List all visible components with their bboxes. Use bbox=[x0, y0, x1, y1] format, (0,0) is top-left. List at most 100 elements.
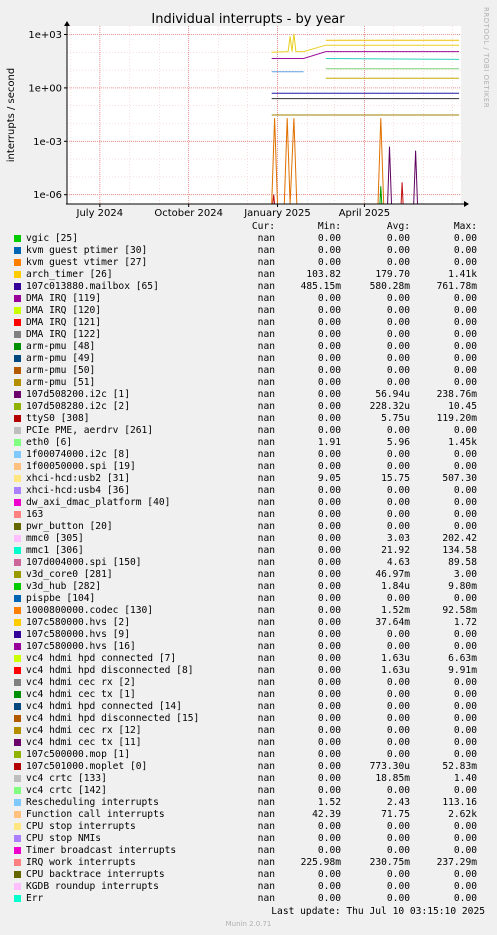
legend-row: vc4 crtc [133] nan 0.00 18.85m 1.40 bbox=[0, 773, 497, 785]
legend-cur: nan bbox=[257, 881, 275, 892]
legend-avg: 0.00 bbox=[386, 869, 410, 880]
legend-swatch bbox=[14, 715, 21, 722]
legend-min: 0.00 bbox=[317, 497, 341, 508]
legend-name: 107c580000.hvs [9] bbox=[26, 629, 130, 640]
legend-swatch bbox=[14, 271, 21, 278]
legend-cur: nan bbox=[257, 497, 275, 508]
legend-min: 0.00 bbox=[317, 305, 341, 316]
legend-max: 0.00 bbox=[453, 701, 477, 712]
legend-swatch bbox=[14, 631, 21, 638]
legend-avg: 0.00 bbox=[386, 509, 410, 520]
legend-avg: 0.00 bbox=[386, 689, 410, 700]
legend-swatch bbox=[14, 775, 21, 782]
legend-swatch bbox=[14, 511, 21, 518]
legend-avg: 0.00 bbox=[386, 245, 410, 256]
legend-avg: 0.00 bbox=[386, 425, 410, 436]
legend-swatch bbox=[14, 415, 21, 422]
legend-cur: nan bbox=[257, 365, 275, 376]
chart-title: Individual interrupts - by year bbox=[151, 12, 345, 27]
legend-avg: 773.30u bbox=[369, 761, 410, 772]
legend-cur: nan bbox=[257, 785, 275, 796]
legend-cur: nan bbox=[257, 581, 275, 592]
legend-swatch bbox=[14, 295, 21, 302]
legend-swatch bbox=[14, 667, 21, 674]
legend-name: arm-pmu [50] bbox=[26, 365, 96, 376]
legend-name: 107d508280.i2c [2] bbox=[26, 401, 130, 412]
legend-max: 237.29m bbox=[436, 857, 477, 868]
legend-min: 0.00 bbox=[317, 233, 341, 244]
legend-swatch bbox=[14, 475, 21, 482]
legend-row: Timer broadcast interrupts nan 0.00 0.00 0.0… bbox=[0, 845, 497, 857]
legend-avg: 0.00 bbox=[386, 305, 410, 316]
legend-name: Timer broadcast interrupts bbox=[26, 845, 177, 856]
legend-row: DMA IRQ [119] nan 0.00 0.00 0.00 bbox=[0, 293, 497, 305]
legend-min: 0.00 bbox=[317, 293, 341, 304]
legend-avg: 0.00 bbox=[386, 833, 410, 844]
legend: Cur: Min: Avg: Max: vgic [25] nan 0.00 0.00… bbox=[0, 221, 497, 905]
legend-swatch bbox=[14, 487, 21, 494]
legend-row: 107d004000.spi [150] nan 0.00 4.63 89.58 bbox=[0, 557, 497, 569]
legend-max: 3.00 bbox=[453, 569, 477, 580]
legend-cur: nan bbox=[257, 437, 275, 448]
legend-name: mmc1 [306] bbox=[26, 545, 84, 556]
legend-avg: 0.00 bbox=[386, 593, 410, 604]
legend-header-min: Min: bbox=[317, 221, 341, 232]
legend-name: pispbe [104] bbox=[26, 593, 96, 604]
legend-name: vc4 crtc [133] bbox=[26, 773, 107, 784]
y-tick-label: 1e+00 bbox=[28, 83, 62, 94]
legend-row: 1f00074000.i2c [8] nan 0.00 0.00 0.00 bbox=[0, 449, 497, 461]
legend-min: 0.00 bbox=[317, 413, 341, 424]
legend-max: 1.40 bbox=[453, 773, 477, 784]
legend-cur: nan bbox=[257, 725, 275, 736]
legend-cur: nan bbox=[257, 245, 275, 256]
legend-row: mmc1 [306] nan 0.00 21.92 134.58 bbox=[0, 545, 497, 557]
legend-row: arm-pmu [50] nan 0.00 0.00 0.00 bbox=[0, 365, 497, 377]
legend-min: 0.00 bbox=[317, 689, 341, 700]
legend-max: 0.00 bbox=[453, 305, 477, 316]
legend-max: 2.62k bbox=[448, 809, 477, 820]
legend-max: 0.00 bbox=[453, 377, 477, 388]
legend-max: 1.72 bbox=[453, 617, 477, 628]
legend-row: IRQ work interrupts nan 225.98m 230.75m 237.… bbox=[0, 857, 497, 869]
legend-row: pwr_button [20] nan 0.00 0.00 0.00 bbox=[0, 521, 497, 533]
legend-min: 0.00 bbox=[317, 365, 341, 376]
legend-row: 107c500000.mop [1] nan 0.00 0.00 0.00 bbox=[0, 749, 497, 761]
legend-row: vc4 hdmi hpd disconnected [15] nan 0.00 0.0… bbox=[0, 713, 497, 725]
legend-cur: nan bbox=[257, 569, 275, 580]
legend-max: 0.00 bbox=[453, 293, 477, 304]
legend-cur: nan bbox=[257, 593, 275, 604]
legend-swatch bbox=[14, 355, 21, 362]
legend-cur: nan bbox=[257, 833, 275, 844]
legend-swatch bbox=[14, 427, 21, 434]
legend-cur: nan bbox=[257, 737, 275, 748]
legend-name: arm-pmu [48] bbox=[26, 341, 96, 352]
legend-max: 0.00 bbox=[453, 365, 477, 376]
legend-name: 1f00074000.i2c [8] bbox=[26, 449, 130, 460]
legend-max: 0.00 bbox=[453, 737, 477, 748]
legend-cur: nan bbox=[257, 773, 275, 784]
legend-max: 0.00 bbox=[453, 869, 477, 880]
legend-swatch bbox=[14, 403, 21, 410]
legend-avg: 0.00 bbox=[386, 293, 410, 304]
legend-min: 42.39 bbox=[312, 809, 341, 820]
legend-row: 163 nan 0.00 0.00 0.00 bbox=[0, 509, 497, 521]
legend-avg: 0.00 bbox=[386, 701, 410, 712]
legend-min: 0.00 bbox=[317, 725, 341, 736]
legend-row: xhci-hcd:usb4 [36] nan 0.00 0.00 0.00 bbox=[0, 485, 497, 497]
legend-min: 0.00 bbox=[317, 257, 341, 268]
legend-max: 0.00 bbox=[453, 725, 477, 736]
legend-max: 0.00 bbox=[453, 329, 477, 340]
legend-avg: 0.00 bbox=[386, 845, 410, 856]
legend-row: DMA IRQ [122] nan 0.00 0.00 0.00 bbox=[0, 329, 497, 341]
legend-max: 0.00 bbox=[453, 893, 477, 904]
legend-min: 9.05 bbox=[317, 473, 341, 484]
legend-max: 1.41k bbox=[448, 269, 477, 280]
y-tick-label: 1e-03 bbox=[33, 137, 62, 148]
legend-avg: 37.64m bbox=[375, 617, 410, 628]
legend-cur: nan bbox=[257, 389, 275, 400]
legend-cur: nan bbox=[257, 797, 275, 808]
legend-avg: 5.96 bbox=[386, 437, 410, 448]
legend-max: 89.58 bbox=[448, 557, 477, 568]
legend-max: 0.00 bbox=[453, 521, 477, 532]
legend-rows: vgic [25] nan 0.00 0.00 0.00 kvm guest ptimer… bbox=[0, 233, 497, 905]
